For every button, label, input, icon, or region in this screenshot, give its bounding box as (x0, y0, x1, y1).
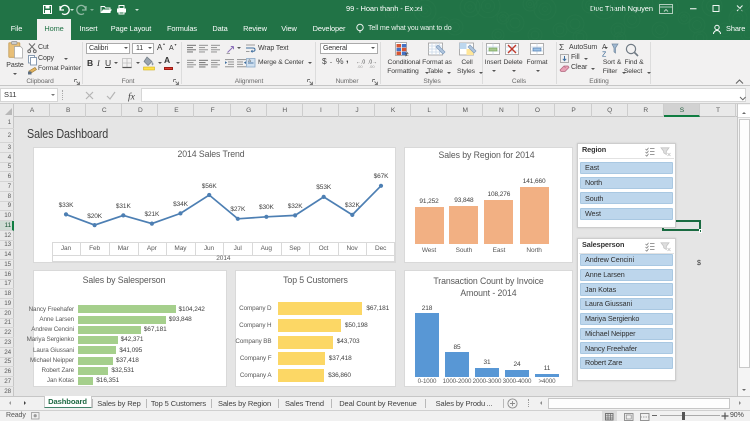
svg-text:A: A (602, 44, 607, 51)
svg-text:.00: .00 (357, 64, 363, 69)
svg-text:fx: fx (128, 92, 136, 103)
svg-text:.00: .00 (369, 64, 375, 69)
svg-text:≠: ≠ (405, 52, 409, 59)
svg-text:Z: Z (602, 52, 607, 59)
